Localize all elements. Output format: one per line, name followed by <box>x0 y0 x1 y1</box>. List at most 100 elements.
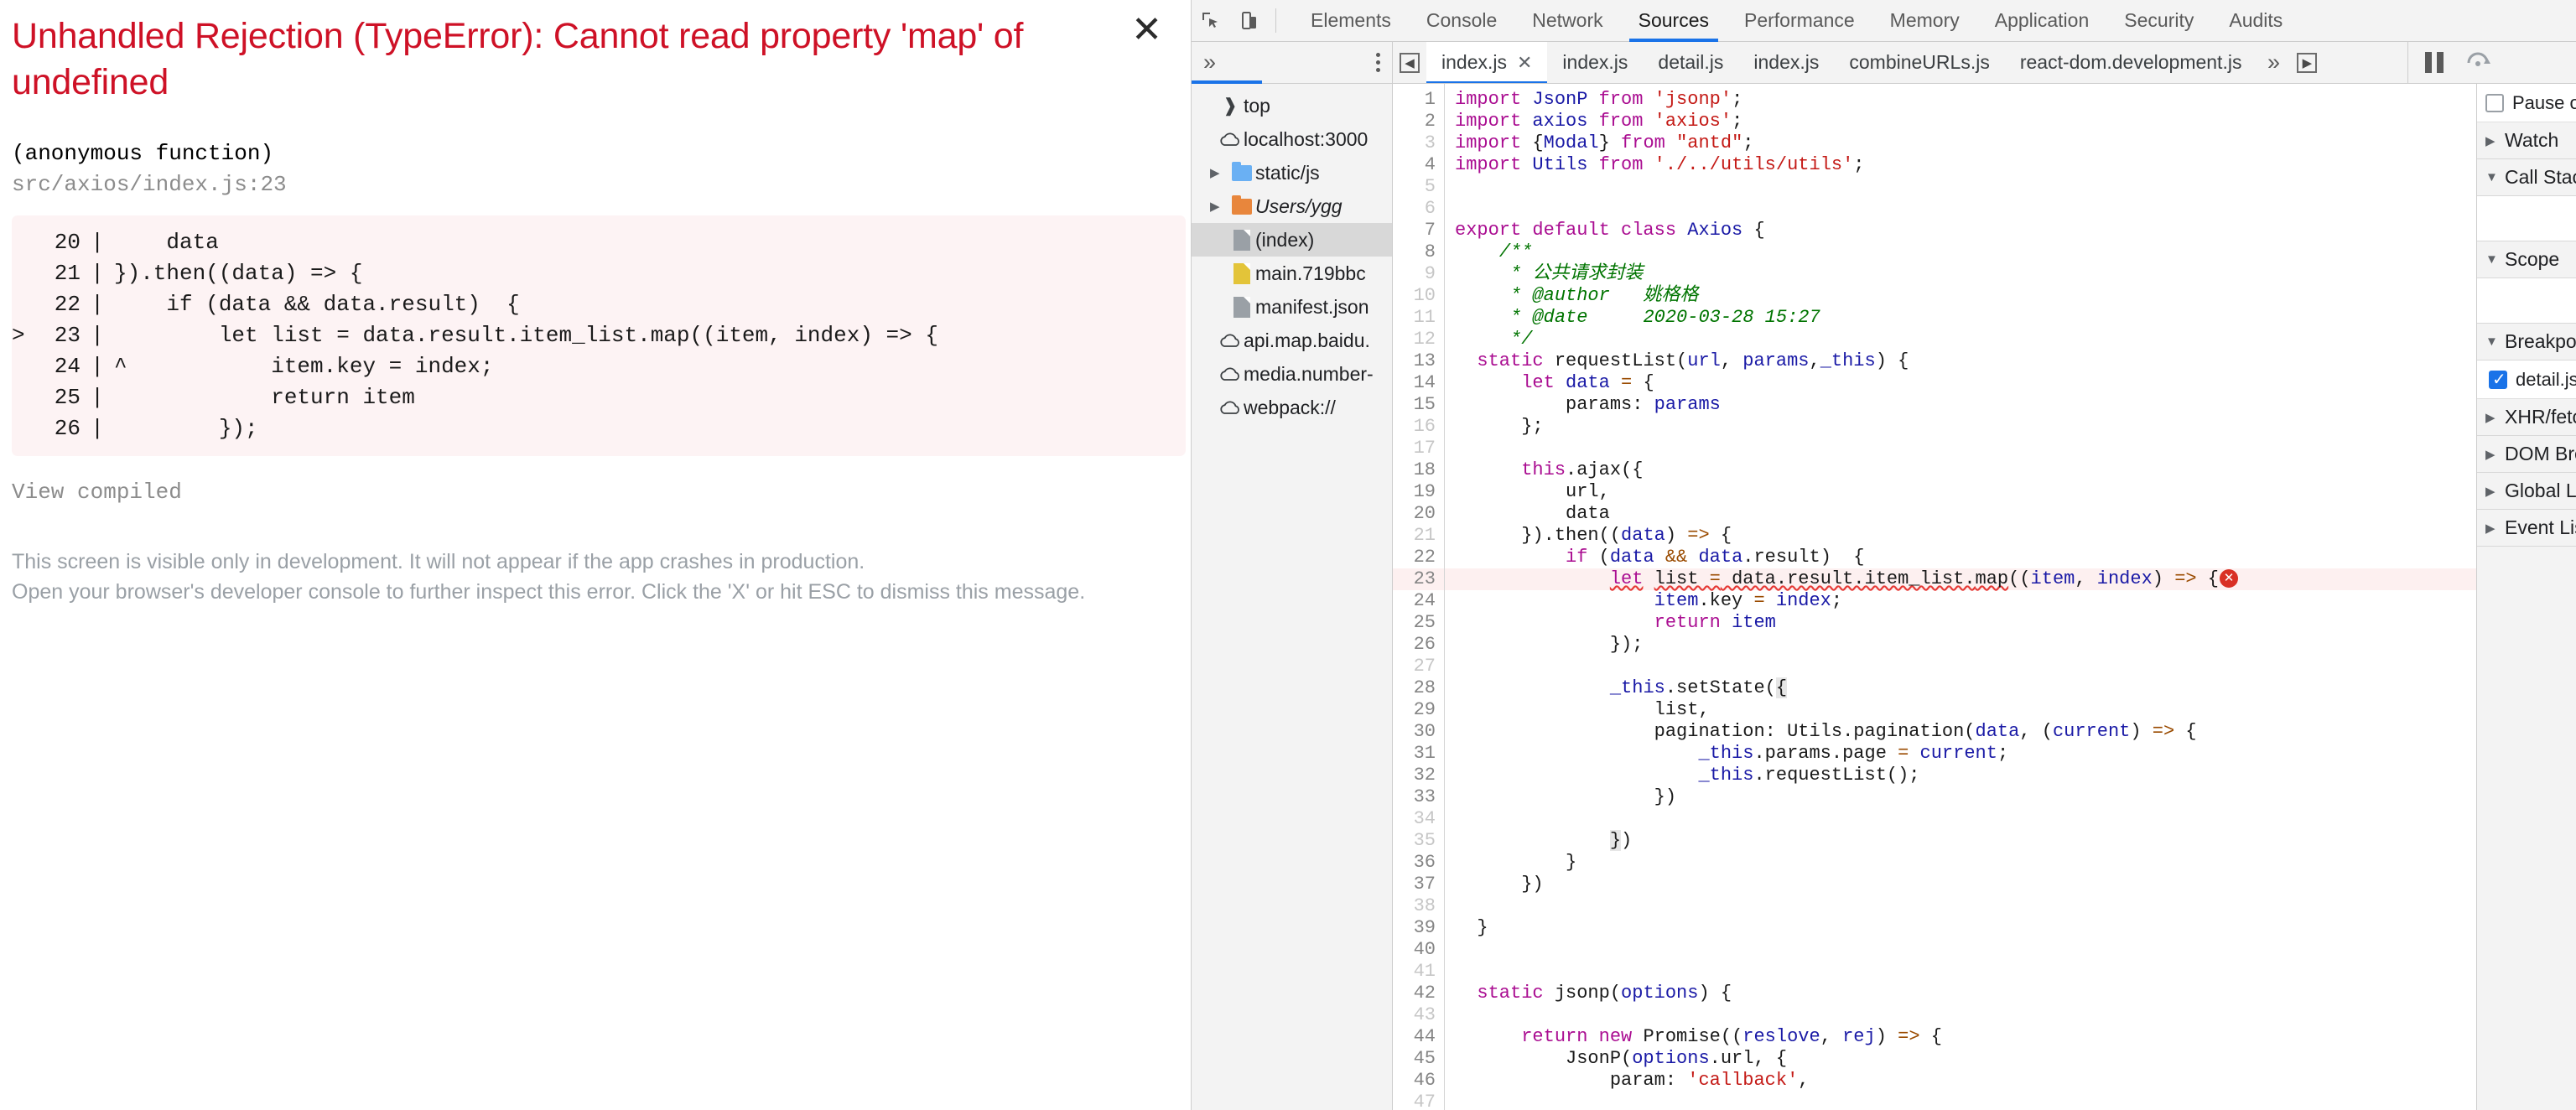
pause-on-exceptions-checkbox[interactable] <box>2485 93 2504 112</box>
source-line[interactable] <box>1445 176 2476 198</box>
gutter-line-number[interactable]: 17 <box>1393 438 1444 459</box>
gutter-line-number[interactable]: 16 <box>1393 416 1444 438</box>
source-line[interactable]: }) <box>1445 830 2476 852</box>
gutter-line-number[interactable]: 35 <box>1393 830 1444 852</box>
tab-network[interactable]: Network <box>1514 0 1620 41</box>
gutter-line-number[interactable]: 29 <box>1393 699 1444 721</box>
gutter-line-number[interactable]: 22 <box>1393 547 1444 568</box>
gutter-line-number[interactable]: 23 <box>1393 568 1444 590</box>
gutter-line-number[interactable]: 32 <box>1393 765 1444 786</box>
source-line[interactable]: export default class Axios { <box>1445 220 2476 241</box>
source-line[interactable]: /** <box>1445 241 2476 263</box>
source-line[interactable]: import JsonP from 'jsonp'; <box>1445 89 2476 111</box>
debugger-section-breakpoints[interactable]: ▼ Breakpoints <box>2477 324 2576 360</box>
source-line[interactable]: static requestList(url, params,_this) { <box>1445 350 2476 372</box>
source-line[interactable]: }) <box>1445 786 2476 808</box>
gutter-line-number[interactable]: 31 <box>1393 743 1444 765</box>
gutter-line-number[interactable]: 2 <box>1393 111 1444 132</box>
gutter-line-number[interactable]: 46 <box>1393 1070 1444 1092</box>
gutter-line-number[interactable]: 38 <box>1393 895 1444 917</box>
tree-item-7[interactable]: api.map.baidu. <box>1192 324 1392 357</box>
source-line[interactable]: return item <box>1445 612 2476 634</box>
gutter-line-number[interactable]: 7 <box>1393 220 1444 241</box>
source-code-pane[interactable]: import JsonP from 'jsonp'; import axios f… <box>1445 84 2476 1110</box>
source-line[interactable]: _this.params.page = current; <box>1445 743 2476 765</box>
source-line[interactable]: * @date 2020-03-28 15:27 <box>1445 307 2476 329</box>
debugger-section-call-stack[interactable]: ▼ Call Stack <box>2477 159 2576 196</box>
source-line[interactable]: * @author 姚格格 <box>1445 285 2476 307</box>
breakpoint-checkbox[interactable] <box>2489 369 2507 390</box>
source-line[interactable]: import Utils from './../utils/utils'; <box>1445 154 2476 176</box>
pause-on-exceptions-row[interactable]: Pause on <box>2477 84 2576 122</box>
gutter-line-number[interactable]: 30 <box>1393 721 1444 743</box>
source-line[interactable]: import axios from 'axios'; <box>1445 111 2476 132</box>
expand-navigator-icon[interactable]: » <box>1203 49 1216 75</box>
file-tab-1[interactable]: index.js <box>1547 42 1643 83</box>
gutter-line-number[interactable]: 6 <box>1393 198 1444 220</box>
source-line[interactable]: let list = data.result.item_list.map((it… <box>1445 568 2476 590</box>
gutter-line-number[interactable]: 12 <box>1393 329 1444 350</box>
gutter-line-number[interactable]: 34 <box>1393 808 1444 830</box>
tree-item-9[interactable]: webpack:// <box>1192 391 1392 424</box>
source-line[interactable]: this.ajax({ <box>1445 459 2476 481</box>
source-line[interactable]: item.key = index; <box>1445 590 2476 612</box>
source-line[interactable]: param: 'callback', <box>1445 1070 2476 1092</box>
source-line[interactable]: return new Promise((reslove, rej) => { <box>1445 1026 2476 1048</box>
gutter-line-number[interactable]: 40 <box>1393 939 1444 961</box>
debugger-section-scope[interactable]: ▼ Scope <box>2477 241 2576 278</box>
source-line[interactable]: params: params <box>1445 394 2476 416</box>
inspect-element-icon[interactable] <box>1192 0 1230 41</box>
tab-console[interactable]: Console <box>1409 0 1514 41</box>
source-line[interactable]: import {Modal} from "antd"; <box>1445 132 2476 154</box>
tree-item-5[interactable]: main.719bbc <box>1192 257 1392 290</box>
debugger-section-watch[interactable]: ▶ Watch <box>2477 122 2576 159</box>
source-line[interactable]: url, <box>1445 481 2476 503</box>
gutter-line-number[interactable]: 43 <box>1393 1004 1444 1026</box>
source-line[interactable]: _this.requestList(); <box>1445 765 2476 786</box>
tree-item-2[interactable]: ▶ static/js <box>1192 156 1392 189</box>
source-line[interactable]: */ <box>1445 329 2476 350</box>
gutter-line-number[interactable]: 37 <box>1393 874 1444 895</box>
source-line[interactable] <box>1445 895 2476 917</box>
tab-audits[interactable]: Audits <box>2211 0 2300 41</box>
source-line[interactable] <box>1445 939 2476 961</box>
gutter-line-number[interactable]: 8 <box>1393 241 1444 263</box>
gutter-line-number[interactable]: 11 <box>1393 307 1444 329</box>
gutter-line-number[interactable]: 41 <box>1393 961 1444 983</box>
gutter-line-number[interactable]: 36 <box>1393 852 1444 874</box>
file-tab-5[interactable]: react-dom.development.js <box>2005 42 2257 83</box>
tab-sources[interactable]: Sources <box>1621 0 1727 42</box>
chevron-right-icon[interactable]: ▶ <box>1210 199 1228 214</box>
source-line[interactable] <box>1445 198 2476 220</box>
gutter-line-number[interactable]: 14 <box>1393 372 1444 394</box>
debugger-section-event-list[interactable]: ▶ Event List <box>2477 510 2576 547</box>
file-tab-3[interactable]: index.js <box>1738 42 1834 83</box>
source-line[interactable]: static jsonp(options) { <box>1445 983 2476 1004</box>
pause-icon[interactable] <box>2425 52 2444 73</box>
source-line[interactable] <box>1445 438 2476 459</box>
source-line[interactable]: * 公共请求封装 <box>1445 263 2476 285</box>
code-editor[interactable]: 1 2 3 4 5 6 7 8 9 10 11 12 13 14 15 16 17 18 19 20 21 22 23 24 2… <box>1393 84 2477 1110</box>
file-tab-close-icon[interactable]: ✕ <box>1517 52 1532 74</box>
more-options-icon[interactable] <box>1376 53 1380 72</box>
step-over-icon[interactable] <box>2465 49 2492 76</box>
gutter-line-number[interactable]: 10 <box>1393 285 1444 307</box>
gutter-line-number[interactable]: 18 <box>1393 459 1444 481</box>
tree-item-1[interactable]: localhost:3000 <box>1192 122 1392 156</box>
gutter-line-number[interactable]: 19 <box>1393 481 1444 503</box>
tab-memory[interactable]: Memory <box>1872 0 1977 41</box>
tab-elements[interactable]: Elements <box>1293 0 1409 41</box>
source-line[interactable]: _this.setState({ <box>1445 677 2476 699</box>
stack-frame-location[interactable]: src/axios/index.js:23 <box>12 172 1171 197</box>
chevron-right-icon[interactable]: ▶ <box>1210 165 1228 180</box>
gutter-line-number[interactable]: 27 <box>1393 656 1444 677</box>
file-tabs-overflow-icon[interactable]: » <box>2257 49 2290 75</box>
gutter-line-number[interactable]: 39 <box>1393 917 1444 939</box>
source-line[interactable]: } <box>1445 852 2476 874</box>
gutter-line-number[interactable]: 28 <box>1393 677 1444 699</box>
source-line[interactable]: }) <box>1445 874 2476 895</box>
tab-scroll-right-icon[interactable]: ▶ <box>2290 52 2324 73</box>
gutter-line-number[interactable]: 33 <box>1393 786 1444 808</box>
gutter-line-number[interactable]: 15 <box>1393 394 1444 416</box>
gutter-line-number[interactable]: 45 <box>1393 1048 1444 1070</box>
